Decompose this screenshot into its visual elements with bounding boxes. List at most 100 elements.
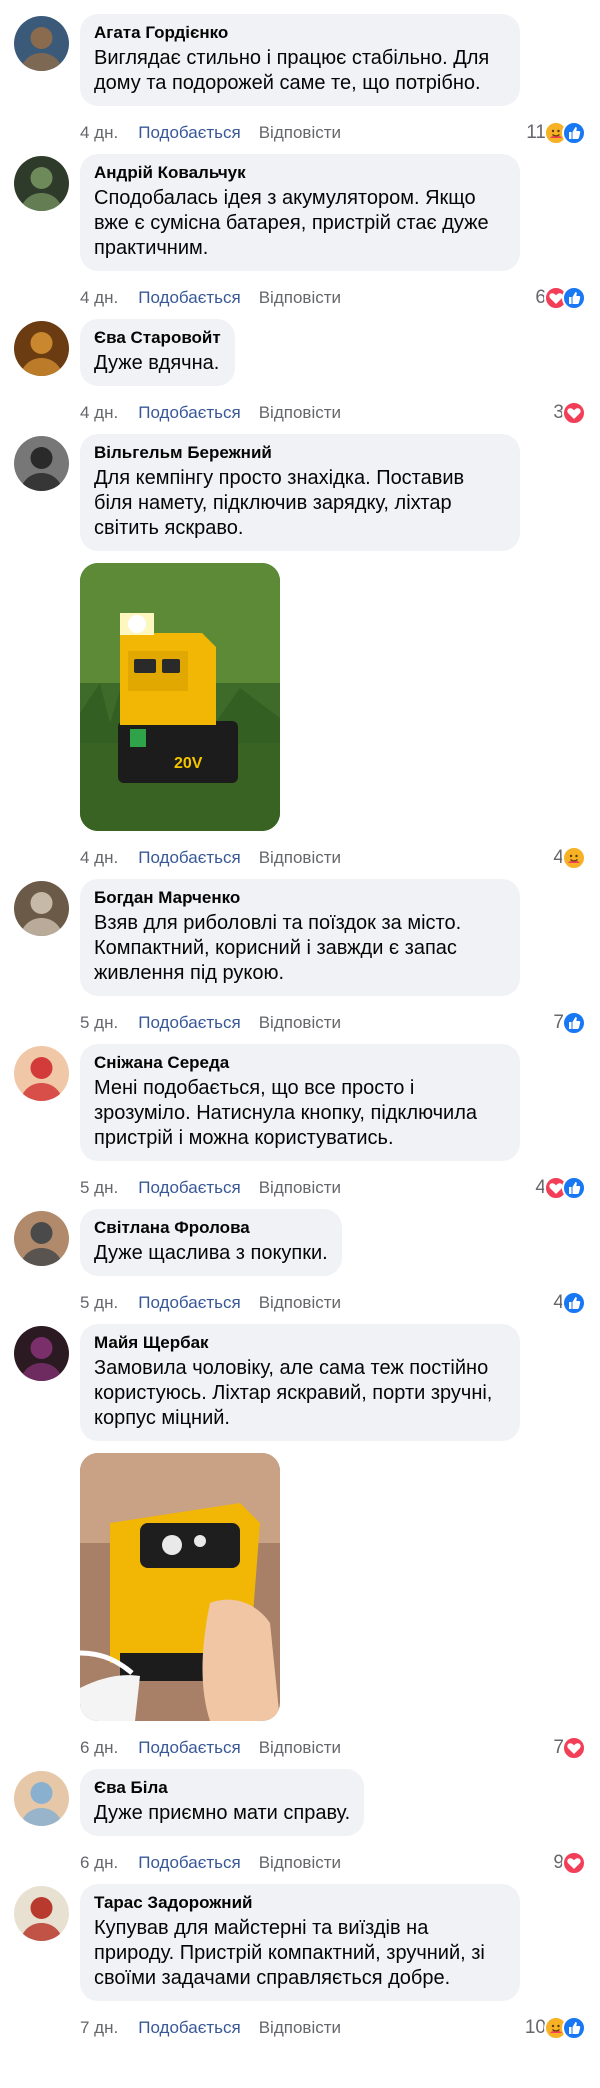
reply-button[interactable]: Відповісти (259, 1293, 341, 1313)
avatar[interactable] (14, 1211, 69, 1266)
svg-text:20V: 20V (174, 755, 203, 772)
comment-time[interactable]: 4 дн. (80, 403, 118, 423)
avatar[interactable] (14, 1886, 69, 1941)
reply-button[interactable]: Відповісти (259, 2018, 341, 2038)
reactions-summary[interactable]: 11 (526, 121, 586, 145)
reactions-summary[interactable]: 7 (553, 1011, 586, 1035)
comment-bubble: Сніжана Середа Мені подобається, що все … (80, 1044, 520, 1161)
reply-button[interactable]: Відповісти (259, 1738, 341, 1758)
comment-text: Сподобалась ідея з акумулятором. Якщо вж… (94, 187, 489, 259)
comment-text: Замовила чоловіку, але сама теж постійно… (94, 1357, 493, 1429)
comment-bubble: Єва Біла Дуже приємно мати справу. (80, 1769, 365, 1836)
comment-author[interactable]: Майя Щербак (94, 1332, 506, 1354)
comment-text: Мені подобається, що все просто і зрозум… (94, 1077, 478, 1149)
comment-bubble: Богдан Марченко Взяв для риболовлі та по… (80, 879, 520, 996)
avatar[interactable] (14, 436, 69, 491)
reactions-summary[interactable]: 3 (553, 401, 586, 425)
reply-button[interactable]: Відповісти (259, 288, 341, 308)
comment-author[interactable]: Богдан Марченко (94, 887, 506, 909)
comment-time[interactable]: 5 дн. (80, 1013, 118, 1033)
comment-bubble: Агата Гордієнко Виглядає стильно і працю… (80, 14, 520, 106)
like-reaction-icon (562, 1011, 586, 1035)
avatar[interactable] (14, 321, 69, 376)
reactions-summary[interactable]: 6 (535, 286, 586, 310)
like-button[interactable]: Подобається (138, 1738, 241, 1758)
love-reaction-icon (562, 1851, 586, 1875)
avatar[interactable] (14, 881, 69, 936)
comment-time[interactable]: 4 дн. (80, 123, 118, 143)
reactions-summary[interactable]: 7 (553, 1736, 586, 1760)
comment-time[interactable]: 5 дн. (80, 1178, 118, 1198)
like-button[interactable]: Подобається (138, 1293, 241, 1313)
like-reaction-icon (562, 2016, 586, 2040)
comment-text: Дуже щаслива з покупки. (94, 1242, 328, 1264)
like-button[interactable]: Подобається (138, 1178, 241, 1198)
comment-text: Для кемпінгу просто знахідка. Поставив б… (94, 467, 465, 539)
comment-author[interactable]: Єва Старовойт (94, 327, 221, 349)
comment-author[interactable]: Світлана Фролова (94, 1217, 328, 1239)
comment-time[interactable]: 7 дн. (80, 2018, 118, 2038)
comment-time[interactable]: 4 дн. (80, 288, 118, 308)
comment-actions: 7 дн. Подобається Відповісти 10 (80, 2011, 586, 2045)
reply-button[interactable]: Відповісти (259, 1013, 341, 1033)
like-button[interactable]: Подобається (138, 288, 241, 308)
avatar[interactable] (14, 1046, 69, 1101)
like-button[interactable]: Подобається (138, 1013, 241, 1033)
comment-actions: 4 дн. Подобається Відповісти 11 (80, 116, 586, 150)
avatar[interactable] (14, 1326, 69, 1381)
care-reaction-icon (562, 846, 586, 870)
reactions-summary[interactable]: 4 (553, 846, 586, 870)
comment-time[interactable]: 4 дн. (80, 848, 118, 868)
reply-button[interactable]: Відповісти (259, 1178, 341, 1198)
comment: Сніжана Середа Мені подобається, що все … (0, 1044, 600, 1205)
reactions-summary[interactable]: 4 (553, 1291, 586, 1315)
comment-time[interactable]: 5 дн. (80, 1293, 118, 1313)
like-button[interactable]: Подобається (138, 848, 241, 868)
comment-author[interactable]: Вільгельм Бережний (94, 442, 506, 464)
comment-author[interactable]: Агата Гордієнко (94, 22, 506, 44)
like-button[interactable]: Подобається (138, 1853, 241, 1873)
comment-time[interactable]: 6 дн. (80, 1738, 118, 1758)
comment-author[interactable]: Тарас Задорожний (94, 1892, 506, 1914)
like-button[interactable]: Подобається (138, 123, 241, 143)
comment: Агата Гордієнко Виглядає стильно і працю… (0, 14, 600, 150)
comment-author[interactable]: Єва Біла (94, 1777, 350, 1799)
like-button[interactable]: Подобається (138, 2018, 241, 2038)
love-reaction-icon (562, 1736, 586, 1760)
comment-actions: 4 дн. Подобається Відповісти 6 (80, 281, 586, 315)
comment-actions: 4 дн. Подобається Відповісти 4 (80, 841, 586, 875)
reply-button[interactable]: Відповісти (259, 848, 341, 868)
avatar[interactable] (14, 1771, 69, 1826)
comment-actions: 6 дн. Подобається Відповісти 7 (80, 1731, 586, 1765)
avatar[interactable] (14, 16, 69, 71)
reactions-summary[interactable]: 10 (525, 2016, 586, 2040)
reply-button[interactable]: Відповісти (259, 1853, 341, 1873)
comment-text: Дуже приємно мати справу. (94, 1802, 351, 1824)
comment-bubble: Майя Щербак Замовила чоловіку, але сама … (80, 1324, 520, 1441)
comment: Вільгельм Бережний Для кемпінгу просто з… (0, 434, 600, 875)
reactions-summary[interactable]: 4 (535, 1176, 586, 1200)
comments-feed: Агата Гордієнко Виглядає стильно і працю… (0, 0, 600, 2045)
reactions-summary[interactable]: 9 (553, 1851, 586, 1875)
reply-button[interactable]: Відповісти (259, 403, 341, 423)
comment-photo[interactable] (80, 1453, 280, 1721)
avatar[interactable] (14, 156, 69, 211)
comment-author[interactable]: Андрій Ковальчук (94, 162, 506, 184)
comment-actions: 5 дн. Подобається Відповісти 7 (80, 1006, 586, 1040)
comment-text: Виглядає стильно і працює стабільно. Для… (94, 47, 490, 94)
comment-actions: 6 дн. Подобається Відповісти 9 (80, 1846, 586, 1880)
comment: Майя Щербак Замовила чоловіку, але сама … (0, 1324, 600, 1765)
like-reaction-icon (562, 1176, 586, 1200)
comment-author[interactable]: Сніжана Середа (94, 1052, 506, 1074)
comment-bubble: Вільгельм Бережний Для кемпінгу просто з… (80, 434, 520, 551)
reply-button[interactable]: Відповісти (259, 123, 341, 143)
comment-bubble: Андрій Ковальчук Сподобалась ідея з акум… (80, 154, 520, 271)
comment: Єва Старовойт Дуже вдячна. 4 дн. Подобає… (0, 319, 600, 430)
comment: Андрій Ковальчук Сподобалась ідея з акум… (0, 154, 600, 315)
like-reaction-icon (562, 286, 586, 310)
comment-photo[interactable]: 20V (80, 563, 280, 831)
comment-actions: 4 дн. Подобається Відповісти 3 (80, 396, 586, 430)
like-button[interactable]: Подобається (138, 403, 241, 423)
comment-time[interactable]: 6 дн. (80, 1853, 118, 1873)
comment-text: Купував для майстерні та виїздів на прир… (94, 1917, 485, 1989)
